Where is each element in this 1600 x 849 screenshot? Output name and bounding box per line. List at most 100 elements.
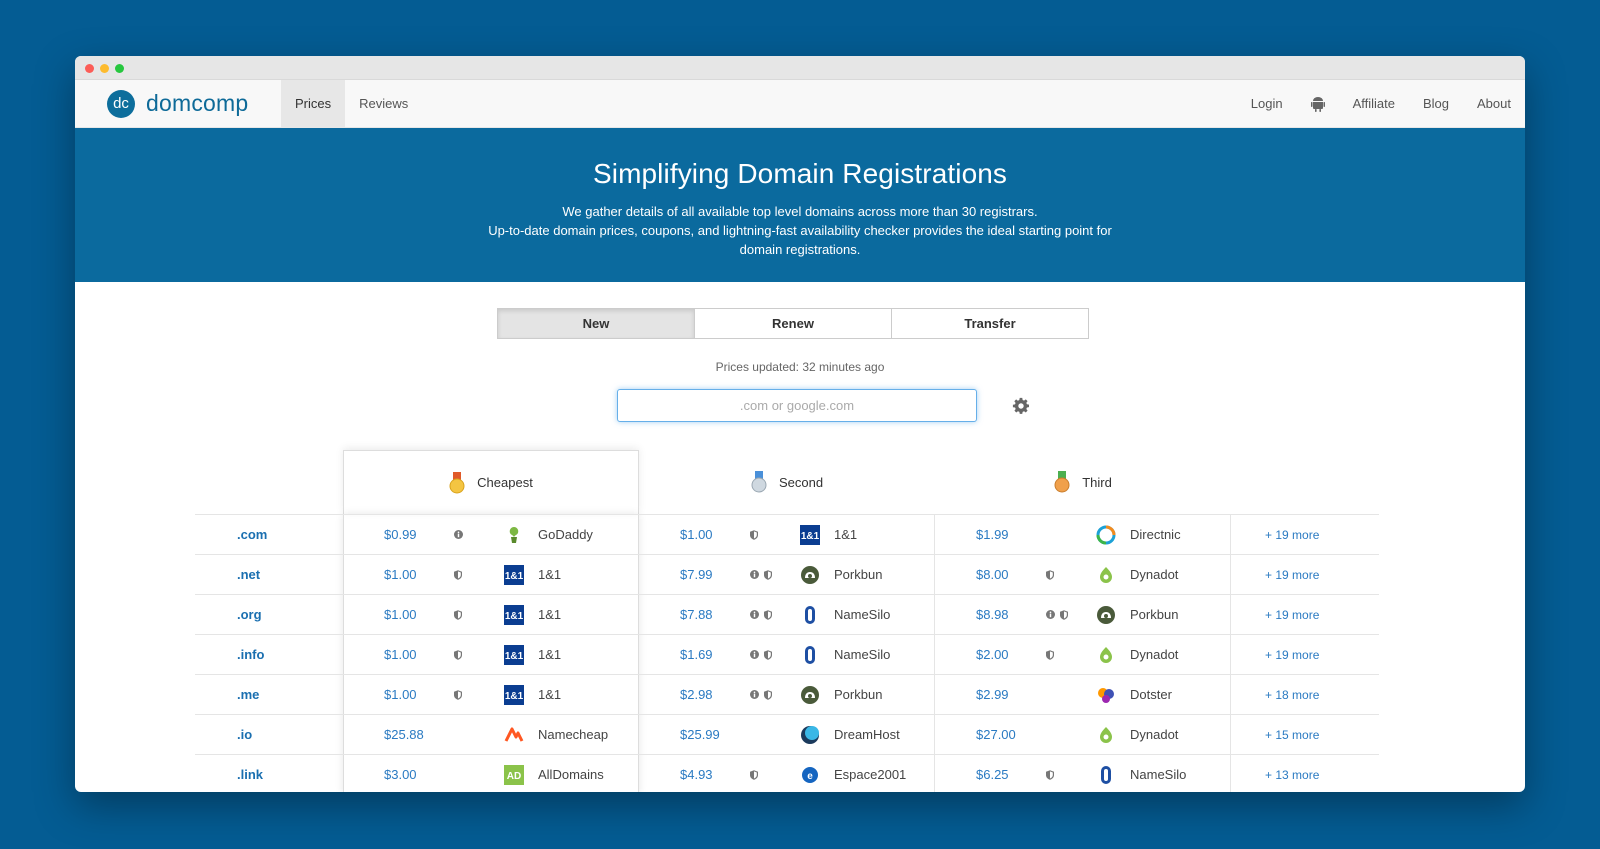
mode-transfer-button[interactable]: Transfer (891, 308, 1089, 339)
nav-login[interactable]: Login (1237, 80, 1297, 127)
column-second: Second (639, 450, 935, 514)
nav-reviews[interactable]: Reviews (345, 80, 422, 127)
price-link[interactable]: $4.93 (680, 767, 750, 782)
shield-icon[interactable] (764, 609, 772, 620)
shield-icon[interactable] (454, 649, 462, 660)
shield-icon[interactable] (1046, 769, 1054, 780)
more-registrars-link[interactable]: + 15 more (1231, 715, 1379, 754)
more-registrars-link[interactable]: + 19 more (1231, 515, 1379, 554)
info-icon[interactable] (750, 569, 759, 580)
price-link[interactable]: $1.69 (680, 647, 750, 662)
price-table-body: .com $0.99 GoDaddy $1.00 1&1 1&1 $1.99 Directni… (195, 514, 1379, 792)
more-registrars-link[interactable]: + 19 more (1231, 595, 1379, 634)
registrar-link[interactable]: DreamHost (834, 727, 900, 742)
shield-icon[interactable] (750, 529, 758, 540)
price-link[interactable]: $1.99 (976, 527, 1046, 542)
registrar-link[interactable]: Porkbun (1130, 607, 1178, 622)
mode-renew-button[interactable]: Renew (694, 308, 892, 339)
shield-icon[interactable] (764, 649, 772, 660)
shield-icon[interactable] (454, 569, 462, 580)
registrar-link[interactable]: Dynadot (1130, 567, 1178, 582)
price-link[interactable]: $7.99 (680, 567, 750, 582)
price-link[interactable]: $25.99 (680, 727, 750, 742)
domain-search-input[interactable] (617, 389, 977, 422)
price-link[interactable]: $1.00 (384, 567, 454, 582)
registrar-link[interactable]: Namecheap (538, 727, 608, 742)
more-registrars-link[interactable]: + 13 more (1231, 755, 1379, 792)
shield-icon[interactable] (1060, 609, 1068, 620)
registrar-link[interactable]: Directnic (1130, 527, 1181, 542)
price-link[interactable]: $1.00 (680, 527, 750, 542)
svg-text:1&1: 1&1 (505, 651, 524, 662)
tld-link[interactable]: .net (195, 555, 343, 594)
nav-android[interactable] (1297, 80, 1339, 127)
brand-link[interactable]: dc domcomp (107, 80, 281, 127)
price-mode-toggle: New Renew Transfer (497, 308, 1089, 339)
registrar-link[interactable]: 1&1 (538, 687, 561, 702)
registrar-link[interactable]: Espace2001 (834, 767, 906, 782)
price-link[interactable]: $7.88 (680, 607, 750, 622)
tld-link[interactable]: .io (195, 715, 343, 754)
shield-icon[interactable] (750, 769, 758, 780)
shield-icon[interactable] (454, 609, 462, 620)
nav-blog[interactable]: Blog (1409, 80, 1463, 127)
price-link[interactable]: $1.00 (384, 607, 454, 622)
silver-medal-icon (751, 471, 767, 493)
tld-link[interactable]: .link (195, 755, 343, 792)
registrar-link[interactable]: Porkbun (834, 567, 882, 582)
info-icon[interactable] (454, 529, 463, 540)
registrar-link[interactable]: NameSilo (1130, 767, 1186, 782)
maximize-window-button[interactable] (115, 64, 124, 73)
minimize-window-button[interactable] (100, 64, 109, 73)
registrar-link[interactable]: 1&1 (538, 567, 561, 582)
price-link[interactable]: $8.00 (976, 567, 1046, 582)
registrar-link[interactable]: Dotster (1130, 687, 1172, 702)
price-link[interactable]: $1.00 (384, 647, 454, 662)
more-registrars-link[interactable]: + 18 more (1231, 675, 1379, 714)
shield-icon[interactable] (1046, 569, 1054, 580)
price-link[interactable]: $2.99 (976, 687, 1046, 702)
tld-link[interactable]: .com (195, 515, 343, 554)
tld-link[interactable]: .info (195, 635, 343, 674)
nav-affiliate[interactable]: Affiliate (1339, 80, 1409, 127)
price-link[interactable]: $0.99 (384, 527, 454, 542)
shield-icon[interactable] (764, 569, 772, 580)
close-window-button[interactable] (85, 64, 94, 73)
tld-link[interactable]: .org (195, 595, 343, 634)
registrar-link[interactable]: NameSilo (834, 607, 890, 622)
more-registrars-link[interactable]: + 19 more (1231, 555, 1379, 594)
shield-icon[interactable] (1046, 649, 1054, 660)
price-link[interactable]: $1.00 (384, 687, 454, 702)
price-link[interactable]: $25.88 (384, 727, 454, 742)
mode-new-button[interactable]: New (497, 308, 695, 339)
price-link[interactable]: $8.98 (976, 607, 1046, 622)
info-icon[interactable] (750, 649, 759, 660)
registrar-link[interactable]: AllDomains (538, 767, 604, 782)
registrar-link[interactable]: Porkbun (834, 687, 882, 702)
registrar-link[interactable]: 1&1 (538, 607, 561, 622)
gear-icon[interactable] (1012, 397, 1030, 415)
registrar-link[interactable]: 1&1 (834, 527, 857, 542)
brand-logo-icon: dc (107, 89, 135, 118)
shield-icon[interactable] (454, 689, 462, 700)
svg-text:1&1: 1&1 (505, 691, 524, 702)
info-icon[interactable] (750, 689, 759, 700)
nav-prices[interactable]: Prices (281, 80, 346, 127)
more-registrars-link[interactable]: + 19 more (1231, 635, 1379, 674)
price-link[interactable]: $2.00 (976, 647, 1046, 662)
shield-icon[interactable] (764, 689, 772, 700)
price-notes (750, 689, 800, 700)
price-link[interactable]: $3.00 (384, 767, 454, 782)
registrar-link[interactable]: NameSilo (834, 647, 890, 662)
registrar-link[interactable]: Dynadot (1130, 647, 1178, 662)
registrar-link[interactable]: 1&1 (538, 647, 561, 662)
registrar-link[interactable]: Dynadot (1130, 727, 1178, 742)
info-icon[interactable] (750, 609, 759, 620)
registrar-link[interactable]: GoDaddy (538, 527, 593, 542)
tld-link[interactable]: .me (195, 675, 343, 714)
info-icon[interactable] (1046, 609, 1055, 620)
price-link[interactable]: $6.25 (976, 767, 1046, 782)
price-link[interactable]: $2.98 (680, 687, 750, 702)
price-link[interactable]: $27.00 (976, 727, 1046, 742)
nav-about[interactable]: About (1463, 80, 1525, 127)
